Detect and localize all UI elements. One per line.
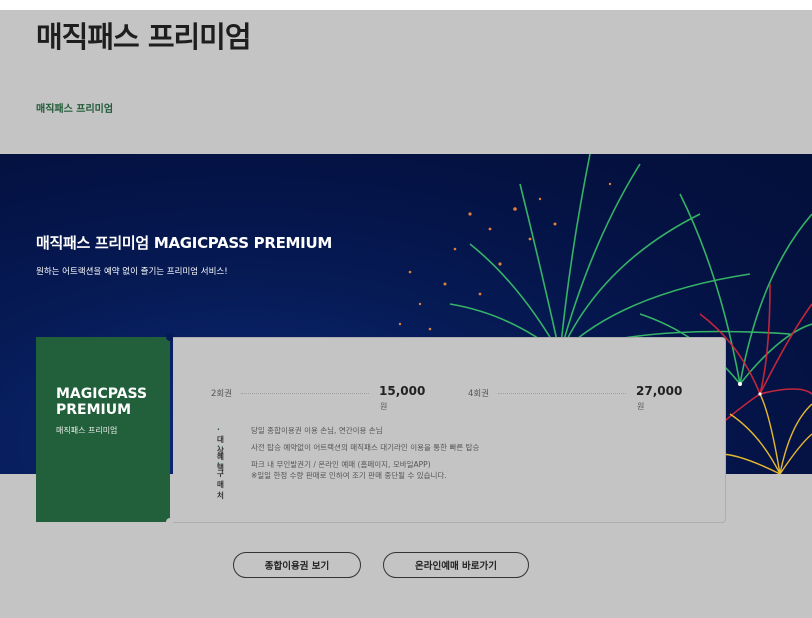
pass-name: MAGICPASS PREMIUM [56, 386, 148, 418]
price-row-4: 4회권 27,000 원 [468, 384, 686, 411]
page-title: 매직패스 프리미엄 [36, 20, 252, 54]
view-tickets-button[interactable]: 종합이용권 보기 [233, 552, 361, 578]
pass-card: MAGICPASS PREMIUM 매직패스 프리미엄 [36, 333, 174, 526]
price-label: 4회권 [468, 389, 490, 399]
price-row-2: 2회권 15,000 원 [211, 384, 429, 411]
price-amount: 15,000 [379, 384, 426, 398]
price-label: 2회권 [211, 389, 233, 399]
pass-info-panel: 2회권 15,000원 4회권 27,000원 대상 당일 종합이용권 이용 손… [173, 337, 726, 523]
detail-value: 파크 내 무인발권기 / 온라인 예매 (홈페이지, 모바일APP) [251, 460, 431, 469]
detail-key: 구매처 [217, 459, 224, 501]
detail-note: ※일일 한정 수량 판매로 인하여 조기 판매 중단될 수 있습니다. [251, 471, 447, 480]
top-divider [0, 0, 812, 10]
price-unit: 원 [637, 402, 645, 411]
price-leader [241, 393, 369, 394]
price-value: 27,000 원 [636, 384, 686, 412]
detail-value: 당일 종합이용권 이용 손님, 연간이용 손님 [251, 426, 383, 435]
price-value: 15,000 원 [379, 384, 429, 412]
price-amount: 27,000 [636, 384, 683, 398]
hero-title: 매직패스 프리미엄 MAGICPASS PREMIUM [36, 234, 332, 252]
breadcrumb: 매직패스 프리미엄 [36, 104, 114, 115]
pass-subtitle: 매직패스 프리미엄 [56, 426, 118, 435]
price-leader [498, 393, 626, 394]
detail-value: 사전 탑승 예약없이 어트랙션의 매직패스 대기라인 이용을 통한 빠른 탑승 [251, 443, 480, 452]
price-unit: 원 [380, 402, 388, 411]
hero-subtitle: 원하는 어트랙션을 예약 없이 즐기는 프리미엄 서비스! [36, 267, 228, 277]
online-booking-button[interactable]: 온라인예매 바로가기 [383, 552, 529, 578]
